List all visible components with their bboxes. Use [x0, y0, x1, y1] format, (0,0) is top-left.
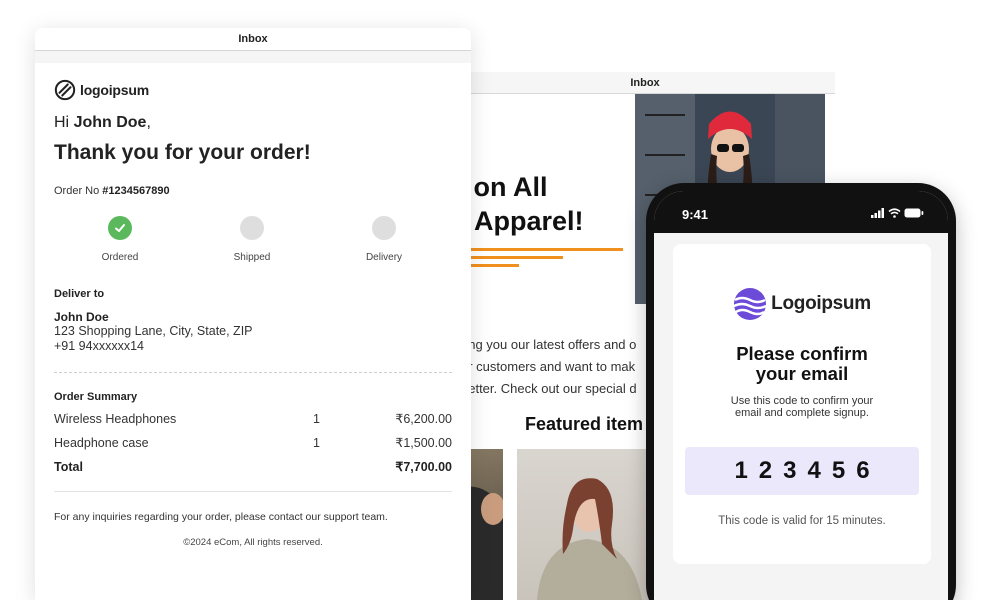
phone-mockup: 9:41 Logoipsum Please confirm your email…: [646, 183, 956, 600]
promo-body-line3: better. Check out our special d: [461, 381, 637, 396]
verification-code[interactable]: 123456: [685, 447, 919, 495]
email-brand: logoipsum: [54, 78, 452, 102]
logoipsum-wave-icon: [733, 288, 767, 320]
section-divider: [54, 372, 452, 373]
item-price: ₹1,500.00: [395, 436, 452, 450]
order-email-body: logoipsum Hi John Doe, Thank you for you…: [35, 78, 471, 548]
order-item-row: Headphone case 1 ₹1,500.00: [54, 431, 452, 455]
status-icons: [871, 208, 924, 218]
deliver-phone: +91 94xxxxxx14: [54, 339, 144, 353]
confirm-sub-line2: email and complete signup.: [735, 407, 869, 419]
item-name: Wireless Headphones: [54, 412, 177, 426]
confirm-title-line1: Please confirm: [736, 343, 868, 364]
phone-status-bar: 9:41: [654, 191, 948, 233]
phone-brand: Logoipsum: [673, 286, 931, 322]
footer-divider: [54, 491, 452, 492]
deliver-address: 123 Shopping Lane, City, State, ZIP: [54, 324, 253, 338]
deliver-to-title: Deliver to: [54, 288, 105, 300]
order-total-row: Total ₹7,700.00: [54, 455, 452, 479]
confirm-email-subtitle: Use this code to confirm your email and …: [673, 395, 931, 419]
order-number-label: Order No: [54, 185, 103, 197]
step-shipped-label: Shipped: [233, 252, 271, 263]
step-ordered-label: Ordered: [101, 252, 139, 263]
confirm-title-line2: your email: [755, 363, 849, 384]
step-shipped-dot: [240, 216, 264, 240]
promo-accent-lines: [463, 248, 623, 272]
total-value: ₹7,700.00: [395, 460, 452, 474]
featured-items-heading: Featured item: [525, 414, 644, 434]
item-price: ₹6,200.00: [395, 412, 452, 426]
order-summary-title: Order Summary: [54, 391, 138, 403]
promo-headline: f on All r Apparel!: [457, 170, 584, 238]
order-number-value: #1234567890: [102, 185, 170, 197]
step-delivery-dot: [372, 216, 396, 240]
promo-headline-line2: r Apparel!: [457, 206, 584, 236]
order-summary: Order Summary Wireless Headphones 1 ₹6,2…: [54, 391, 452, 479]
confirm-email-title: Please confirm your email: [673, 344, 931, 384]
item-qty: 1: [313, 436, 320, 450]
phone-screen: 9:41 Logoipsum Please confirm your email…: [654, 191, 948, 600]
promo-body-line2: ur customers and want to mak: [461, 359, 636, 374]
order-email-window: Inbox logoipsum Hi John Doe, Thank you f…: [35, 28, 471, 600]
copyright: ©2024 eCom, All rights reserved.: [183, 537, 323, 548]
promo-body-text: ring you our latest offers and o ur cust…: [461, 334, 661, 400]
item-qty: 1: [313, 412, 320, 426]
delivery-section: Deliver to John Doe 123 Shopping Lane, C…: [54, 288, 452, 354]
check-icon: [115, 224, 125, 232]
brand-name: logoipsum: [80, 82, 149, 98]
confirm-email-card: Logoipsum Please confirm your email Use …: [673, 244, 931, 564]
support-note: For any inquiries regarding your order, …: [54, 511, 388, 523]
item-name: Headphone case: [54, 436, 149, 450]
order-item-row: Wireless Headphones 1 ₹6,200.00: [54, 407, 452, 431]
featured-photo-2-illustration: [537, 478, 642, 600]
battery-icon: [904, 208, 924, 218]
window-spacer: [35, 51, 471, 63]
order-progress-tracker: Ordered Shipped Delivery: [54, 216, 452, 276]
order-number: Order No #1234567890: [54, 185, 452, 197]
step-delivery-label: Delivery: [365, 252, 403, 263]
promo-window-titlebar: Inbox: [435, 72, 835, 94]
order-window-titlebar: Inbox: [35, 28, 471, 51]
confirm-sub-line1: Use this code to confirm your: [730, 395, 874, 407]
greeting-suffix: ,: [146, 114, 151, 131]
featured-item-image-2[interactable]: [517, 449, 657, 600]
step-ordered: Ordered: [70, 216, 170, 263]
code-validity-note: This code is valid for 15 minutes.: [718, 515, 886, 527]
greeting-prefix: Hi: [54, 114, 74, 131]
step-shipped: Shipped: [202, 216, 302, 263]
step-ordered-dot: [108, 216, 132, 240]
phone-brand-name: Logoipsum: [771, 293, 871, 314]
logoipsum-icon: [54, 79, 76, 101]
wifi-icon: [888, 208, 901, 218]
signal-icon: [871, 208, 884, 218]
greeting: Hi John Doe,: [54, 114, 452, 132]
total-label: Total: [54, 460, 83, 474]
thank-you-heading: Thank you for your order!: [54, 141, 311, 164]
promo-headline-line1: f on All: [457, 172, 548, 202]
order-summary-rows: Wireless Headphones 1 ₹6,200.00 Headphon…: [54, 407, 452, 479]
step-delivery: Delivery: [334, 216, 434, 263]
customer-name: John Doe: [73, 114, 147, 131]
status-time: 9:41: [682, 207, 709, 222]
promo-body-line1: ring you our latest offers and o: [461, 337, 637, 352]
deliver-name: John Doe: [54, 310, 109, 324]
